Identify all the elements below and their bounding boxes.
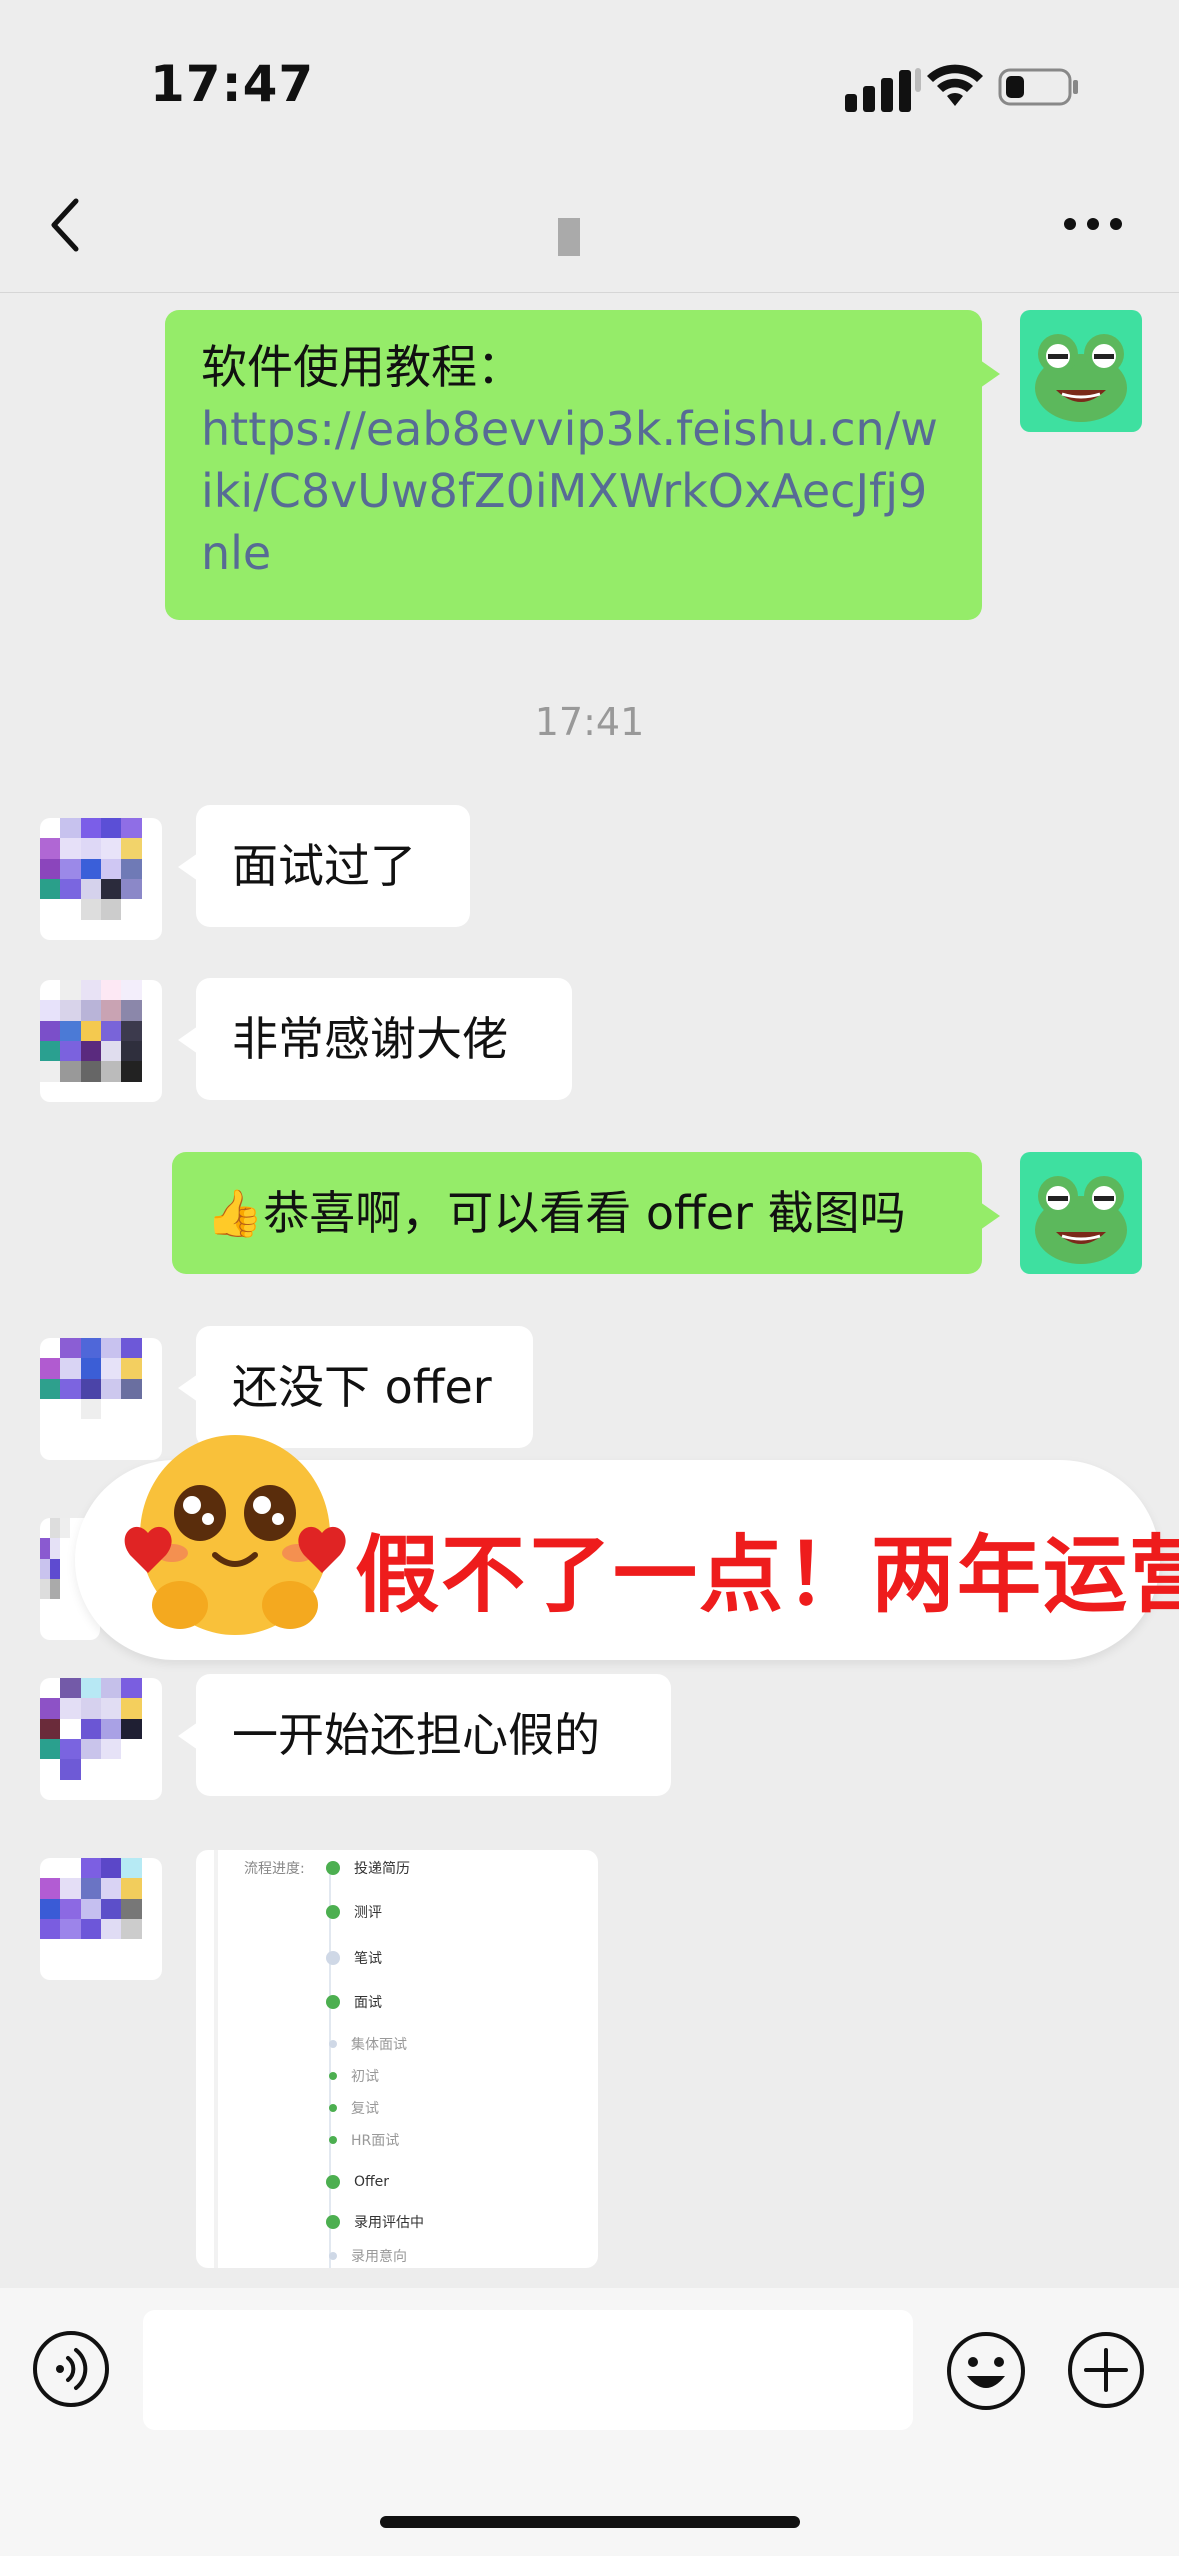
overlay-caption: 假不了一点！两年运营 [355, 1526, 1179, 1624]
message-text: 恭喜啊，可以看看 offer 截图吗 [263, 1186, 906, 1240]
emoji-icon[interactable] [945, 2330, 1027, 2412]
status-time: 17:47 [150, 55, 315, 113]
back-icon[interactable] [46, 195, 86, 255]
signal-icon [845, 68, 921, 112]
progress-step: 录用评估中 [326, 2212, 424, 2232]
voice-icon[interactable] [32, 2330, 110, 2408]
message-bubble[interactable]: 面试过了 [178, 805, 470, 927]
progress-label: 流程进度: [244, 1861, 305, 1877]
my-avatar[interactable] [1020, 1152, 1142, 1274]
my-avatar[interactable] [1020, 310, 1142, 432]
image-message[interactable]: 流程进度: 投递简历 测评 笔试 面试 集体面试 初试 复试 HR面试 Offe… [196, 1850, 598, 2268]
progress-step: 面试 [326, 1992, 382, 2012]
message-bubble-tutorial[interactable]: 软件使用教程： https://eab8evvip3k.feishu.cn/wi… [165, 310, 1000, 620]
more-icon[interactable] [1060, 212, 1126, 236]
progress-step: 测评 [326, 1902, 382, 1922]
contact-avatar[interactable] [40, 818, 162, 940]
plus-icon[interactable] [1066, 2330, 1146, 2410]
message-bubble[interactable]: 非常感谢大佬 [178, 978, 572, 1100]
frog-avatar-icon [1035, 1176, 1127, 1264]
thumbs-up-icon: 👍 [206, 1186, 264, 1240]
progress-step: Offer [326, 2174, 389, 2190]
progress-substep: 集体面试 [326, 2034, 407, 2054]
progress-substep: 录用意向 [326, 2246, 407, 2266]
progress-step: 投递简历 [326, 1858, 410, 1878]
message-input[interactable] [143, 2310, 913, 2430]
contact-avatar[interactable] [40, 980, 162, 1102]
battery-icon [998, 68, 1078, 106]
message-text: 非常感谢大佬 [232, 1012, 508, 1066]
message-bubble[interactable]: 👍恭喜啊，可以看看 offer 截图吗 [172, 1152, 1000, 1274]
message-text: 面试过了 [232, 839, 416, 893]
message-text: 一开始还担心假的 [232, 1708, 600, 1762]
progress-substep: HR面试 [326, 2130, 399, 2150]
image-margin [214, 1850, 218, 2268]
chat-title [558, 218, 580, 256]
progress-step: 笔试 [326, 1948, 382, 1968]
contact-avatar[interactable] [40, 1678, 162, 1800]
message-bubble[interactable]: 一开始还担心假的 [178, 1674, 671, 1796]
progress-substep: 复试 [326, 2098, 379, 2118]
tutorial-link[interactable]: https://eab8evvip3k.feishu.cn/wiki/C8vUw… [201, 398, 946, 584]
nav-divider [0, 292, 1179, 293]
contact-avatar[interactable] [40, 1858, 162, 1980]
message-text: 软件使用教程： [201, 340, 523, 394]
blushing-emoji-icon [124, 1435, 346, 1635]
progress-substep: 初试 [326, 2066, 379, 2086]
home-indicator [380, 2516, 800, 2528]
time-stamp: 17:41 [534, 700, 645, 744]
wifi-icon [927, 64, 983, 106]
frog-avatar-icon [1035, 334, 1127, 422]
